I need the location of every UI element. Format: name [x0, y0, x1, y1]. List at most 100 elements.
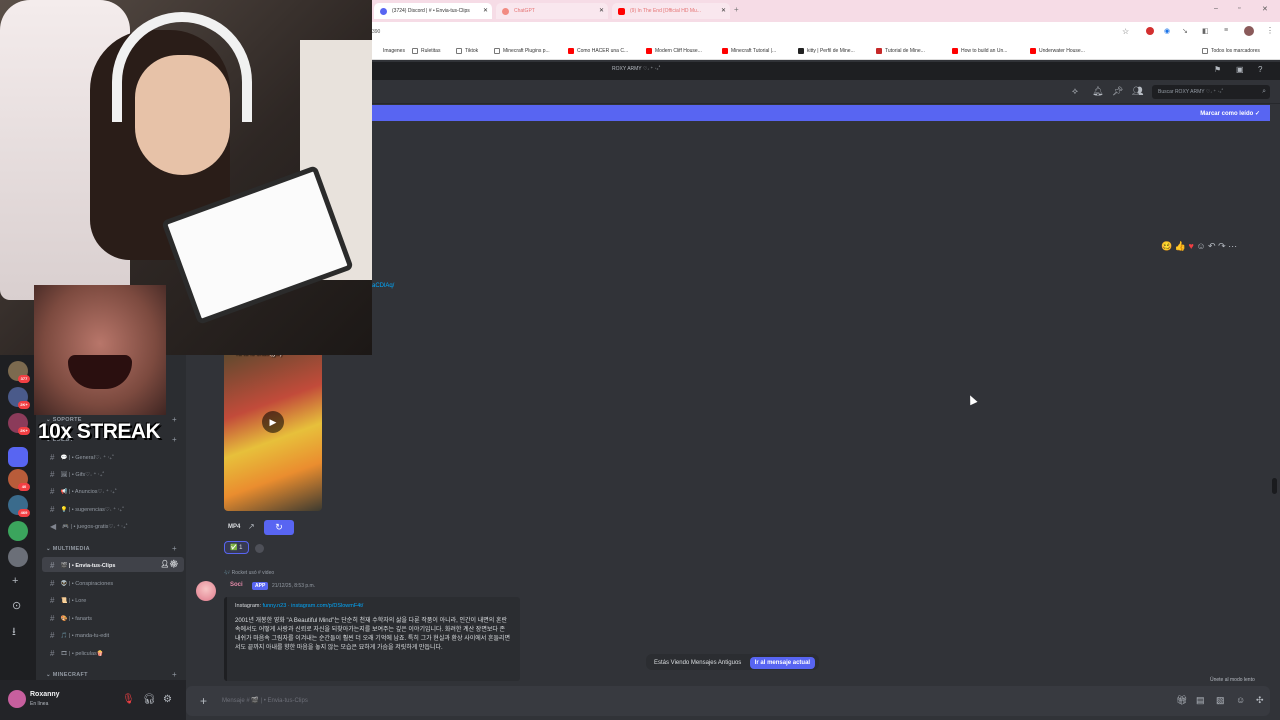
bookmark-item[interactable]: Como HACER una C... [568, 48, 628, 54]
browser-tab-youtube[interactable]: (9) In The End [Official HD Mu... ✕ [612, 3, 730, 19]
channel-sugerencias[interactable]: # 💡 | • sugerencias♡˖ ⁺ ‧₊˚ [42, 501, 184, 516]
channel-lore[interactable]: # 📜 | • Lore [42, 592, 184, 607]
bot-username[interactable]: Soci [230, 582, 243, 588]
more-options-icon[interactable]: ⋯ [1228, 241, 1237, 251]
command-reply-line[interactable]: 🎶 Rocket usó # video [224, 570, 274, 576]
forward-icon[interactable]: ↷ [1218, 241, 1226, 251]
bookmark-item[interactable]: Tutorial de Mine... [876, 48, 925, 54]
reaction-emoji-icon[interactable]: 🥴 [1161, 241, 1172, 251]
close-tab-icon[interactable]: ✕ [483, 7, 488, 14]
reply-icon[interactable]: ↶ [1208, 241, 1216, 251]
close-tab-icon[interactable]: ✕ [599, 7, 604, 14]
apps-icon[interactable]: ✣ [1256, 695, 1264, 706]
add-channel-icon[interactable]: + [172, 670, 177, 679]
jump-to-present-button[interactable]: Ir al mensaje actual [749, 656, 816, 669]
bookmark-item[interactable]: Underwater House... [1030, 48, 1085, 54]
reaction-emoji-icon[interactable]: 👍 [1175, 241, 1186, 251]
minimize-icon[interactable]: – [1214, 5, 1218, 12]
puzzle-icon[interactable]: ◧ [1202, 27, 1209, 35]
channel-conspiraciones[interactable]: # 👽 | • Conspiraciones [42, 575, 184, 590]
close-window-icon[interactable]: ✕ [1262, 5, 1268, 13]
hash-icon: # [50, 614, 55, 623]
profile-avatar[interactable] [1244, 26, 1254, 36]
download-icon[interactable]: ⭳ [12, 623, 16, 642]
address-bar[interactable]: 390 ☆ ◉ ↘ ◧ ≡ ⋮ [372, 22, 1280, 42]
avatar[interactable] [196, 581, 216, 601]
sticker-icon[interactable]: ▧ [1216, 695, 1225, 706]
bookmark-item[interactable]: kitty | Perfil de Mine... [798, 48, 855, 54]
add-reaction-icon[interactable]: ☺ [1196, 241, 1205, 251]
message-timestamp: 21/12/25, 8:53 p.m. [272, 583, 316, 589]
channel-anuncios[interactable]: # 📢 | • Anuncios♡˖ ⁺ ‧₊˚ [42, 483, 184, 498]
bell-icon[interactable]: 🔔︎ [1092, 86, 1103, 97]
gift-icon[interactable]: 🎁︎ [1176, 695, 1187, 706]
bookmark-item[interactable]: Minecraft Tutorial |... [722, 48, 776, 54]
scrollbar-thumb[interactable] [1272, 478, 1277, 494]
gif-icon[interactable]: ▤ [1196, 695, 1205, 706]
channel-general[interactable]: # 💬 | • General♡˖ ⁺ ‧₊˚ [42, 449, 184, 464]
maximize-icon[interactable]: ▫ [1238, 5, 1240, 12]
server-icon[interactable] [8, 547, 28, 567]
inbox-icon[interactable]: ⚑ [1214, 65, 1221, 74]
new-tab-icon[interactable]: + [734, 5, 739, 14]
extension-icon[interactable]: ↘ [1182, 27, 1188, 35]
channel-peliculas[interactable]: # 🎞 | • peliculas🍿 [42, 645, 184, 660]
bookmark-item[interactable]: Imagenes [374, 48, 405, 54]
bookmark-item[interactable]: Todos los marcadores [1202, 48, 1260, 54]
bookmark-star-icon[interactable]: ☆ [1122, 27, 1129, 36]
pin-icon[interactable]: 📌︎ [1112, 86, 1123, 97]
avatar[interactable] [8, 690, 26, 708]
server-icon[interactable] [8, 521, 28, 541]
add-channel-icon[interactable]: + [172, 544, 177, 553]
members-icon[interactable]: 👥︎ [1132, 86, 1143, 97]
bookmark-item[interactable]: Modern Cliff House... [646, 48, 702, 54]
add-server-icon[interactable]: + [12, 575, 18, 587]
add-channel-icon[interactable]: + [172, 415, 177, 424]
category-multimedia[interactable]: ⌄ MULTIMEDIA [46, 546, 90, 552]
reaction-pill[interactable]: ✅ 1 [224, 541, 249, 554]
opera-extension-icon[interactable] [1146, 27, 1154, 35]
explore-icon[interactable]: ⊙ [12, 599, 21, 612]
message-input[interactable]: Mensaje # 🎬 | • Envia-tus-Clips [222, 697, 308, 704]
active-server-icon[interactable] [8, 447, 28, 467]
kebab-menu-icon[interactable]: ⋮ [1266, 26, 1274, 35]
bookmark-item[interactable]: Tiktok [456, 48, 478, 54]
help-icon[interactable]: ? [1258, 65, 1262, 74]
bookmark-item[interactable]: Ruletitas [412, 48, 440, 54]
settings-gear-icon[interactable]: ⚙︎ [163, 694, 172, 705]
add-channel-icon[interactable]: + [172, 435, 177, 444]
add-reaction-icon[interactable] [255, 544, 264, 553]
emoji-icon[interactable]: ☺ [1236, 695, 1245, 705]
mute-mic-icon[interactable]: 🎙︎ [122, 694, 135, 705]
message-link[interactable]: aCDlAq/ [372, 283, 394, 289]
instagram-user-link[interactable]: funny.n23 [263, 603, 287, 609]
bookmark-item[interactable]: How to build an Un... [952, 48, 1007, 54]
instagram-post-link[interactable]: · instagram.com/p/DSlowmF4t/ [288, 603, 364, 609]
channel-envia-tus-clips[interactable]: # 🎬 | • Envia-tus-Clips 👤︎⚙︎ [42, 557, 184, 572]
refresh-button[interactable]: ↻ [264, 520, 294, 535]
browser-tab-discord[interactable]: (3724) Discord | # • Envia-tus-Clips ✕ [374, 3, 492, 19]
channel-manda-tu-edit[interactable]: # 🎵 | • manda-tu-edit [42, 627, 184, 642]
play-icon[interactable]: ▶ [262, 411, 284, 433]
close-tab-icon[interactable]: ✕ [721, 7, 726, 14]
channel-gifs[interactable]: # 🖼 | • Gifs♡˖ ⁺ ‧₊˚ [42, 466, 184, 481]
heart-icon[interactable]: ♥ [1188, 241, 1193, 251]
threads-icon[interactable]: ⟡ [1072, 86, 1078, 97]
open-external-icon[interactable]: ↗ [248, 522, 255, 531]
headphones-icon[interactable]: 🎧︎ [143, 694, 156, 705]
url-text[interactable]: 390 [372, 29, 380, 35]
video-attachment[interactable]: Ya tu lo chas (gal) ▶ [224, 351, 322, 511]
translate-extension-icon[interactable]: ◉ [1164, 27, 1170, 35]
bookmark-item[interactable]: Minecraft Plugins p... [494, 48, 550, 54]
settings-gear-icon[interactable]: 👤︎⚙︎ [160, 560, 178, 568]
category-minecraft[interactable]: ⌄ MINECRAFT [46, 672, 88, 678]
media-icon[interactable]: ≡ [1224, 27, 1228, 34]
window-icon[interactable]: ▣ [1236, 65, 1244, 74]
channel-juegos-gratis[interactable]: ◀ 🎮 | • juegos-gratis♡˖ ⁺ ‧₊˚ [42, 518, 184, 533]
attach-plus-icon[interactable]: + [200, 694, 207, 708]
search-input[interactable]: Buscar ROXY ARMY ♡˖ ⁺ ‧₊˚ ⌕ [1152, 85, 1270, 99]
channel-fanarts[interactable]: # 🎨 | • fanarts [42, 610, 184, 625]
mark-as-read-button[interactable]: Marcar como leído ✓ [1200, 110, 1260, 117]
new-messages-bar[interactable]: Marcar como leído ✓ [372, 105, 1270, 121]
browser-tab-chatgpt[interactable]: ChatGPT ✕ [496, 3, 608, 19]
